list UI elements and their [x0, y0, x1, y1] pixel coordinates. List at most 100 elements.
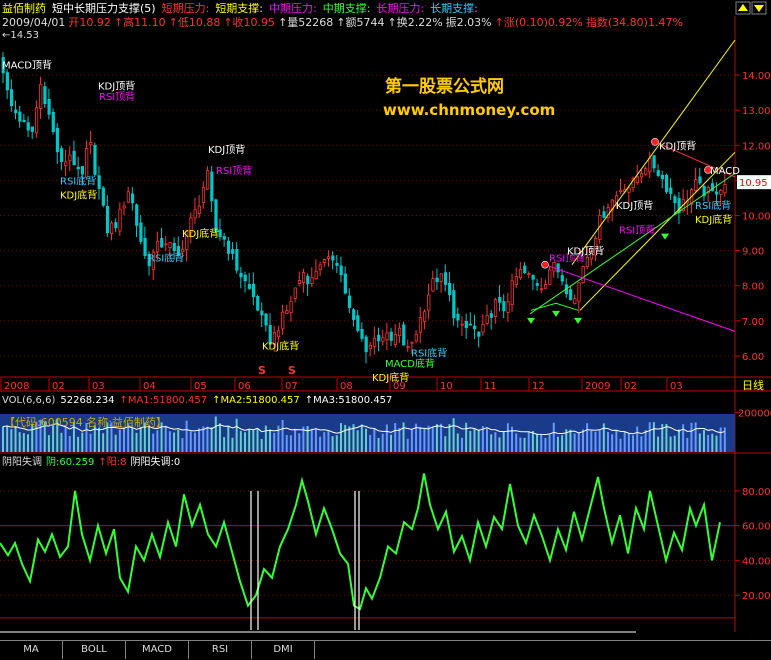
candle-body [101, 187, 105, 206]
candle-body [80, 166, 85, 175]
divergence-label: RSI底背 [148, 252, 184, 265]
candle-body [656, 170, 660, 176]
candle-body [34, 107, 39, 134]
header-item: 中期支撑: [323, 1, 371, 15]
header-item: 长期压力: [376, 2, 424, 15]
candle-body [226, 240, 231, 254]
candle-body [68, 154, 72, 162]
date-tick-label: 06 [238, 381, 251, 392]
trendline [529, 172, 736, 315]
candle-body [356, 315, 360, 331]
candle-body [143, 237, 147, 256]
tab-rsi[interactable]: RSI [189, 641, 252, 659]
candle-body [410, 341, 414, 344]
scroll-down-button[interactable] [751, 1, 767, 15]
trendline [544, 264, 736, 332]
divergence-label: KDJ顶背 [208, 143, 245, 156]
divergence-label: KDJ底背 [695, 213, 732, 226]
candle-body [531, 275, 535, 280]
date-tick-label: 09 [393, 381, 406, 392]
candle-body [193, 209, 197, 219]
date-tick-label: 05 [194, 381, 207, 392]
candle-body [510, 280, 514, 305]
candle-body [514, 276, 519, 285]
divergence-label: KDJ顶背 [659, 139, 696, 152]
candle-body [381, 337, 385, 342]
volume-tick-label: 200000 [738, 409, 771, 420]
candle-body [406, 346, 410, 349]
candle-body [560, 275, 564, 282]
header-item: ↑高11.10 [114, 15, 166, 29]
candle-body [397, 327, 402, 337]
divergence-label: RSI底背 [411, 346, 447, 359]
candle-body [418, 317, 423, 333]
candle-body [489, 313, 493, 318]
scroll-up-button[interactable] [735, 1, 751, 15]
yinyang-series [0, 473, 721, 630]
header-item: ↑低10.88 [169, 16, 221, 29]
tab-boll[interactable]: BOLL [63, 641, 126, 659]
price-tick-label: 14.00 [742, 71, 771, 82]
yinyang-value: ↑阳:8 [98, 456, 126, 468]
candle-body [360, 328, 364, 339]
candle-body [539, 288, 544, 291]
date-tick-label: 03 [92, 381, 105, 392]
candle-body [201, 186, 206, 203]
candle-body [235, 249, 239, 271]
candle-body [347, 295, 352, 309]
price-tick-label: 6.00 [742, 352, 764, 363]
divergence-label: MACD底背 [385, 357, 435, 370]
candle-body [448, 282, 452, 296]
candle-body [385, 332, 389, 341]
yinyang-value: 阴:60.259 [46, 456, 94, 468]
candle-body [297, 280, 302, 285]
period-label: 日线 [742, 378, 764, 392]
candle-body [14, 109, 18, 114]
divergence-label: RSI底背 [695, 199, 731, 212]
candle-body [172, 242, 176, 252]
candle-body [43, 86, 47, 105]
candle-body [222, 236, 226, 240]
date-tick-label: 04 [143, 381, 156, 392]
quote-info-row: 2009/04/01 开10.92 ↑高11.10 ↑低10.88 ↑收10.95 ↑量5… [2, 15, 683, 29]
tab-dmi[interactable]: DMI [252, 641, 315, 659]
stock-chart-canvas[interactable]: 益佰制药 短中长期压力支撑(5) 短期压力: 短期支撑: 中期压力: 中期支撑: 长期压力:… [0, 0, 771, 659]
candle-body [577, 282, 581, 302]
candle-body [89, 142, 93, 146]
candle-body [126, 191, 130, 203]
divergence-label: KDJ底背 [262, 339, 299, 352]
candle-body [26, 122, 30, 131]
header-item: ↑涨(0.10)0.92% [495, 16, 583, 29]
tab-macd[interactable]: MACD [126, 641, 189, 659]
tab-ma[interactable]: MA [0, 641, 63, 659]
candle-body [135, 204, 139, 226]
candle-body [377, 334, 381, 342]
date-tick-label: 02 [52, 381, 65, 392]
header-item: 长期支撑: [430, 1, 478, 15]
candle-body [518, 269, 523, 279]
candle-body [206, 170, 210, 190]
yinyang-axis: 20.00 40.00 60.00 80.00 [735, 487, 771, 602]
candle-body [281, 311, 285, 330]
divergence-label: RSI底背 [60, 174, 96, 187]
candle-body [335, 262, 339, 266]
header-item: 益佰制药 [2, 1, 46, 15]
candle-body [118, 208, 122, 232]
divergence-label: MACD顶背 [2, 59, 52, 72]
candle-body [155, 240, 160, 253]
volume-value: 52268.234 [60, 395, 114, 406]
candle-body [723, 184, 727, 194]
candle-body [260, 310, 264, 316]
candle-body [372, 337, 377, 347]
divergence-label: RSI顶背 [99, 90, 135, 103]
candle-body [276, 330, 281, 338]
candle-body [527, 273, 531, 275]
yinyang-title-text: 阴阳失调 [2, 455, 42, 468]
yinyang-tick-label: 40.00 [742, 556, 771, 567]
candle-body [414, 334, 418, 342]
candle-body [427, 294, 431, 311]
date-tick-label: 12 [532, 381, 545, 392]
header-item: ↑换2.22% [388, 15, 443, 29]
yinyang-title: 阴阳失调 阴:60.259 ↑阳:8 阴阳失调:0 [2, 455, 180, 468]
candle-body [402, 324, 406, 346]
